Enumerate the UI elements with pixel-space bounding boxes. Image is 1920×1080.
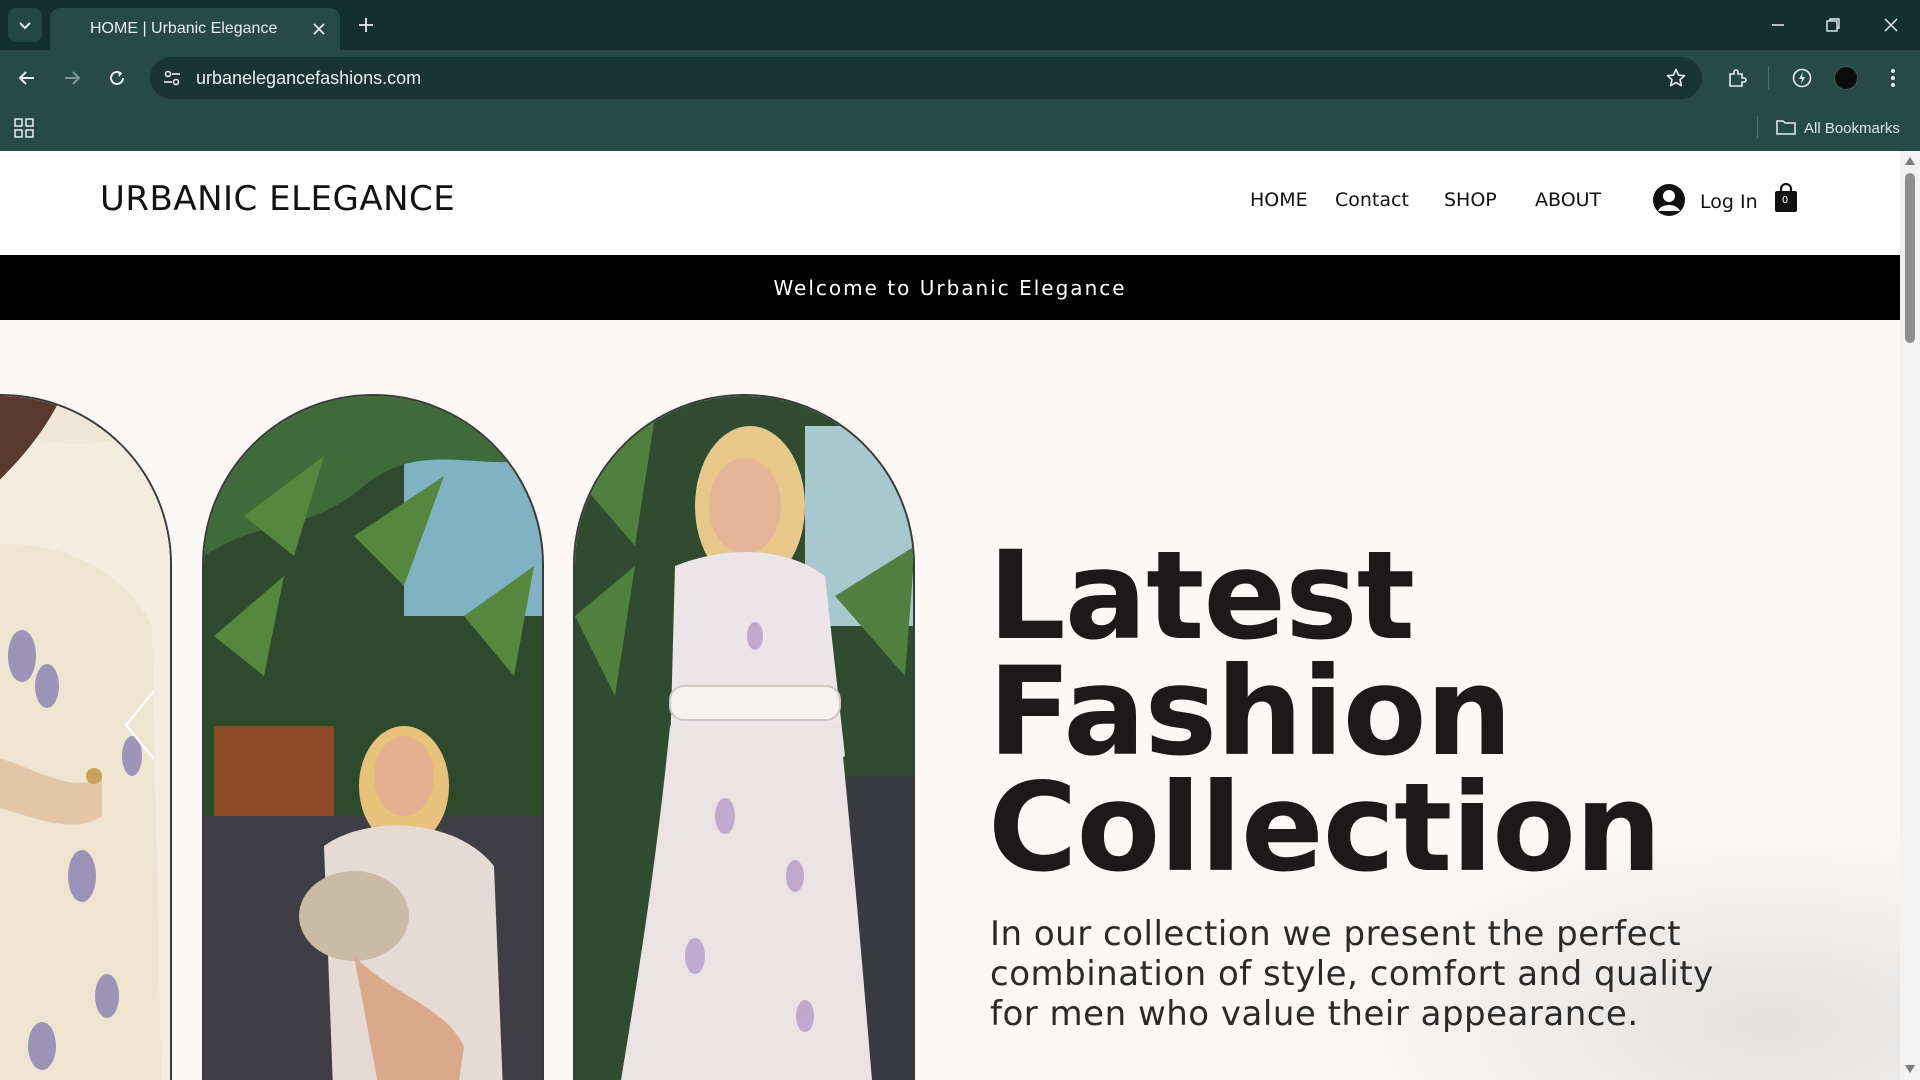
profile-avatar[interactable] xyxy=(1834,66,1858,90)
cart-count: 0 xyxy=(1781,195,1789,206)
announcement-text: Welcome to Urbanic Elegance xyxy=(773,275,1127,300)
hero-subtext: In our collection we present the perfect… xyxy=(990,914,1714,1034)
scrollbar-thumb[interactable] xyxy=(1905,173,1915,343)
nav-about[interactable]: ABOUT xyxy=(1535,189,1601,211)
toolbar-divider xyxy=(1768,67,1769,89)
apps-grid-icon[interactable] xyxy=(12,116,36,140)
star-icon[interactable] xyxy=(1664,66,1688,90)
user-avatar-icon xyxy=(1652,183,1686,222)
url-text[interactable]: urbanelegancefashions.com xyxy=(196,57,421,99)
headline-line-1: Latest xyxy=(988,525,1415,667)
minimize-icon[interactable] xyxy=(1758,10,1798,40)
hero-image-2 xyxy=(202,394,544,1080)
headline-line-2: Fashion xyxy=(988,641,1512,783)
hero-headline: Latest Fashion Collection xyxy=(988,525,1888,899)
extensions-icon[interactable] xyxy=(1721,62,1753,94)
tune-icon[interactable] xyxy=(160,66,184,90)
cart-button[interactable]: 0 xyxy=(1774,182,1802,217)
all-bookmarks-label: All Bookmarks xyxy=(1804,120,1900,137)
scroll-up-icon[interactable] xyxy=(1904,155,1916,167)
all-bookmarks-button[interactable]: All Bookmarks xyxy=(1776,106,1900,151)
hero-section: Latest Fashion Collection In our collect… xyxy=(0,320,1900,1080)
scroll-down-icon[interactable] xyxy=(1904,1063,1916,1075)
nav-contact[interactable]: Contact xyxy=(1335,189,1409,211)
site-logo[interactable]: URBANIC ELEGANCE xyxy=(100,179,455,219)
nav-shop[interactable]: SHOP xyxy=(1444,189,1497,211)
login-button[interactable]: Log In xyxy=(1652,181,1758,223)
folder-icon xyxy=(1776,119,1796,139)
performance-icon[interactable] xyxy=(1786,62,1818,94)
reload-icon[interactable] xyxy=(101,62,133,94)
active-tab[interactable]: HOME | Urbanic Elegance xyxy=(50,8,340,50)
tab-search-icon[interactable] xyxy=(8,8,42,42)
bookmarks-divider xyxy=(1757,116,1758,138)
plus-icon[interactable] xyxy=(353,12,379,38)
page-viewport: URBANIC ELEGANCE HOME Contact SHOP ABOUT… xyxy=(0,151,1900,1080)
site-header: URBANIC ELEGANCE HOME Contact SHOP ABOUT… xyxy=(0,151,1900,255)
login-label: Log In xyxy=(1700,191,1758,213)
address-bar[interactable]: urbanelegancefashions.com xyxy=(150,57,1702,99)
page-scrollbar[interactable] xyxy=(1900,151,1920,1080)
nav-home[interactable]: HOME xyxy=(1250,189,1308,211)
hero-image-3 xyxy=(573,394,915,1080)
carousel-prev-arrow-icon[interactable] xyxy=(120,685,160,765)
tab-title: HOME | Urbanic Elegance xyxy=(90,20,278,37)
back-icon[interactable] xyxy=(11,62,43,94)
forward-icon[interactable] xyxy=(56,62,88,94)
close-window-icon[interactable] xyxy=(1871,10,1911,40)
bookmarks-bar: All Bookmarks xyxy=(0,106,1920,151)
announcement-bar: Welcome to Urbanic Elegance xyxy=(0,255,1900,320)
more-vert-icon[interactable] xyxy=(1877,62,1909,94)
headline-line-3: Collection xyxy=(988,757,1662,899)
close-icon[interactable] xyxy=(308,18,330,40)
restore-icon[interactable] xyxy=(1813,10,1853,40)
browser-chrome: HOME | Urbanic Elegance urbanelegancefas… xyxy=(0,0,1920,151)
browser-toolbar: urbanelegancefashions.com xyxy=(0,50,1920,106)
tab-strip: HOME | Urbanic Elegance xyxy=(0,0,1920,50)
